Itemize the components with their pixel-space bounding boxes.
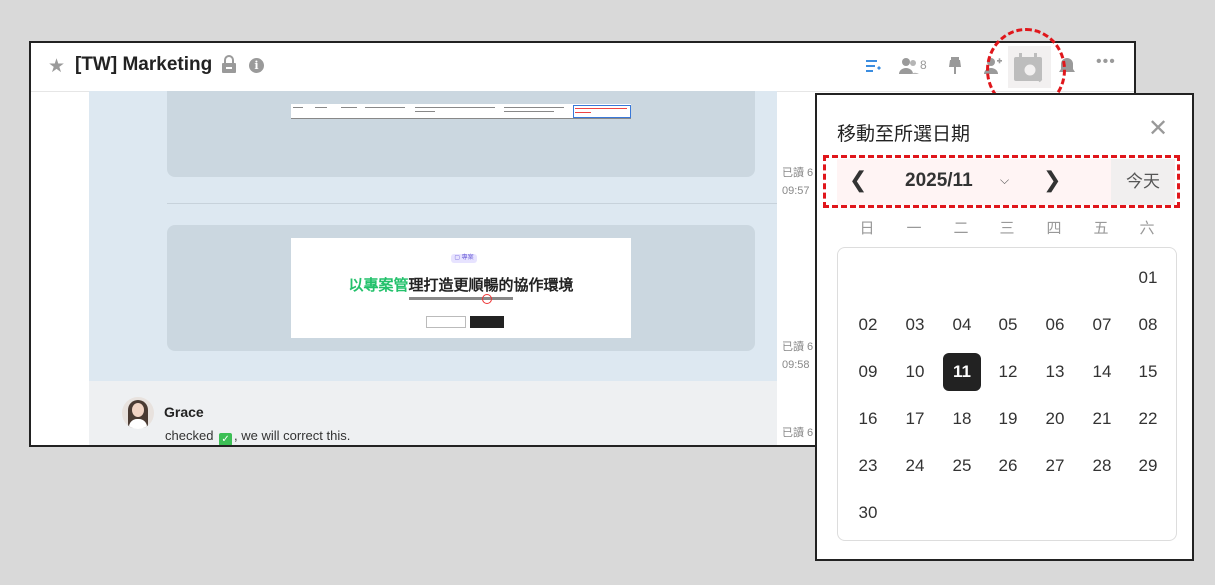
read-count: 已讀 6 [782, 427, 814, 439]
weekday-label: 五 [1093, 220, 1109, 237]
calendar-day[interactable]: 07 [1083, 306, 1121, 344]
calendar-day[interactable]: 26 [989, 447, 1027, 485]
task-list-icon[interactable] [865, 56, 883, 76]
calendar-day[interactable]: 13 [1036, 353, 1074, 391]
channel-title: [TW] Marketing [75, 54, 213, 75]
calendar-day[interactable]: 09 [849, 353, 887, 391]
weekday-label: 四 [1046, 220, 1062, 237]
calendar-day[interactable]: 29 [1129, 447, 1167, 485]
lock-icon [222, 55, 236, 73]
channel-header: ★ [TW] Marketing i 8 ••• [31, 43, 1134, 92]
timestamp: 09:57 [782, 185, 810, 197]
read-count: 已讀 6 [782, 167, 814, 179]
weekday-label: 六 [1139, 220, 1155, 237]
promo-thumbnail: ▢ 專案 以專案管理打造更順暢的協作環境 [291, 238, 631, 338]
calendar-day[interactable]: 30 [849, 494, 887, 532]
message-text-start: checked [165, 428, 214, 443]
calendar-day[interactable]: 28 [1083, 447, 1121, 485]
spreadsheet-thumbnail [291, 104, 631, 119]
calendar-day[interactable]: 16 [849, 400, 887, 438]
message-divider [167, 203, 777, 204]
close-icon[interactable]: ✕ [1148, 117, 1168, 141]
weekday-label: 日 [859, 220, 875, 237]
calendar-day[interactable]: 21 [1083, 400, 1121, 438]
message-text: checked ✓, we will correct this. [165, 428, 351, 445]
check-icon: ✓ [219, 433, 233, 445]
calendar-day[interactable]: 20 [1036, 400, 1074, 438]
info-icon[interactable]: i [249, 58, 264, 73]
calendar-day[interactable]: 06 [1036, 306, 1074, 344]
calendar-day[interactable]: 19 [989, 400, 1027, 438]
read-count: 已讀 6 [782, 341, 814, 353]
calendar-day[interactable]: 18 [943, 400, 981, 438]
calendar-day[interactable]: 04 [943, 306, 981, 344]
calendar-day[interactable]: 05 [989, 306, 1027, 344]
image-attachment[interactable]: ▢ 專案 以專案管理打造更順暢的協作環境 [167, 225, 755, 351]
pin-icon[interactable] [947, 56, 963, 76]
promo-headline-highlight: 以專案管 [348, 277, 409, 294]
promo-secondary-button [426, 316, 466, 328]
timestamp: 09:58 [782, 359, 810, 371]
message-meta: 已讀 6 [782, 424, 813, 442]
calendar-day[interactable]: 24 [896, 447, 934, 485]
member-count: 8 [920, 58, 927, 72]
avatar[interactable] [122, 397, 154, 429]
calendar-grid: 01 02 03 04 05 06 07 08 09 10 11 12 13 14 15 16 17 18 19 20… [837, 247, 1177, 541]
calendar-day[interactable]: 14 [1083, 353, 1121, 391]
calendar-day[interactable]: 03 [896, 306, 934, 344]
message-text-end: , we will correct this. [234, 428, 351, 443]
calendar-day[interactable]: 17 [896, 400, 934, 438]
members-icon[interactable] [899, 56, 919, 76]
calendar-day[interactable]: 23 [849, 447, 887, 485]
calendar-day[interactable]: 02 [849, 306, 887, 344]
calendar-day[interactable]: 22 [1129, 400, 1167, 438]
weekday-label: 三 [999, 220, 1015, 237]
promo-headline: 以專案管理打造更順暢的協作環境 [291, 274, 631, 295]
message-meta: 已讀 6 09:58 [782, 338, 813, 374]
calendar-day[interactable]: 25 [943, 447, 981, 485]
promo-subtitle [409, 297, 513, 300]
message-meta: 已讀 6 09:57 [782, 164, 813, 200]
weekday-label: 二 [953, 220, 969, 237]
calendar-day[interactable]: 08 [1129, 306, 1167, 344]
promo-headline-rest: 理打造更順暢的協作環境 [408, 277, 574, 294]
calendar-day[interactable]: 10 [896, 353, 934, 391]
message-list: ▢ 專案 以專案管理打造更順暢的協作環境 [89, 91, 777, 381]
promo-badge: ▢ 專案 [451, 254, 477, 263]
image-attachment[interactable] [167, 91, 755, 177]
calendar-day[interactable]: 12 [989, 353, 1027, 391]
selected-day[interactable]: 11 [943, 353, 981, 391]
calendar-day[interactable]: 01 [1129, 259, 1167, 297]
sender-name[interactable]: Grace [164, 404, 204, 420]
calendar-day[interactable]: 15 [1129, 353, 1167, 391]
weekday-label: 一 [906, 220, 922, 237]
calendar-day[interactable]: 27 [1036, 447, 1074, 485]
star-icon[interactable]: ★ [48, 55, 65, 78]
more-options-icon[interactable]: ••• [1096, 53, 1116, 71]
highlight-box [823, 155, 1180, 208]
annotation-circle [482, 294, 492, 304]
date-picker-title: 移動至所選日期 [837, 124, 971, 145]
promo-primary-button [470, 316, 504, 328]
